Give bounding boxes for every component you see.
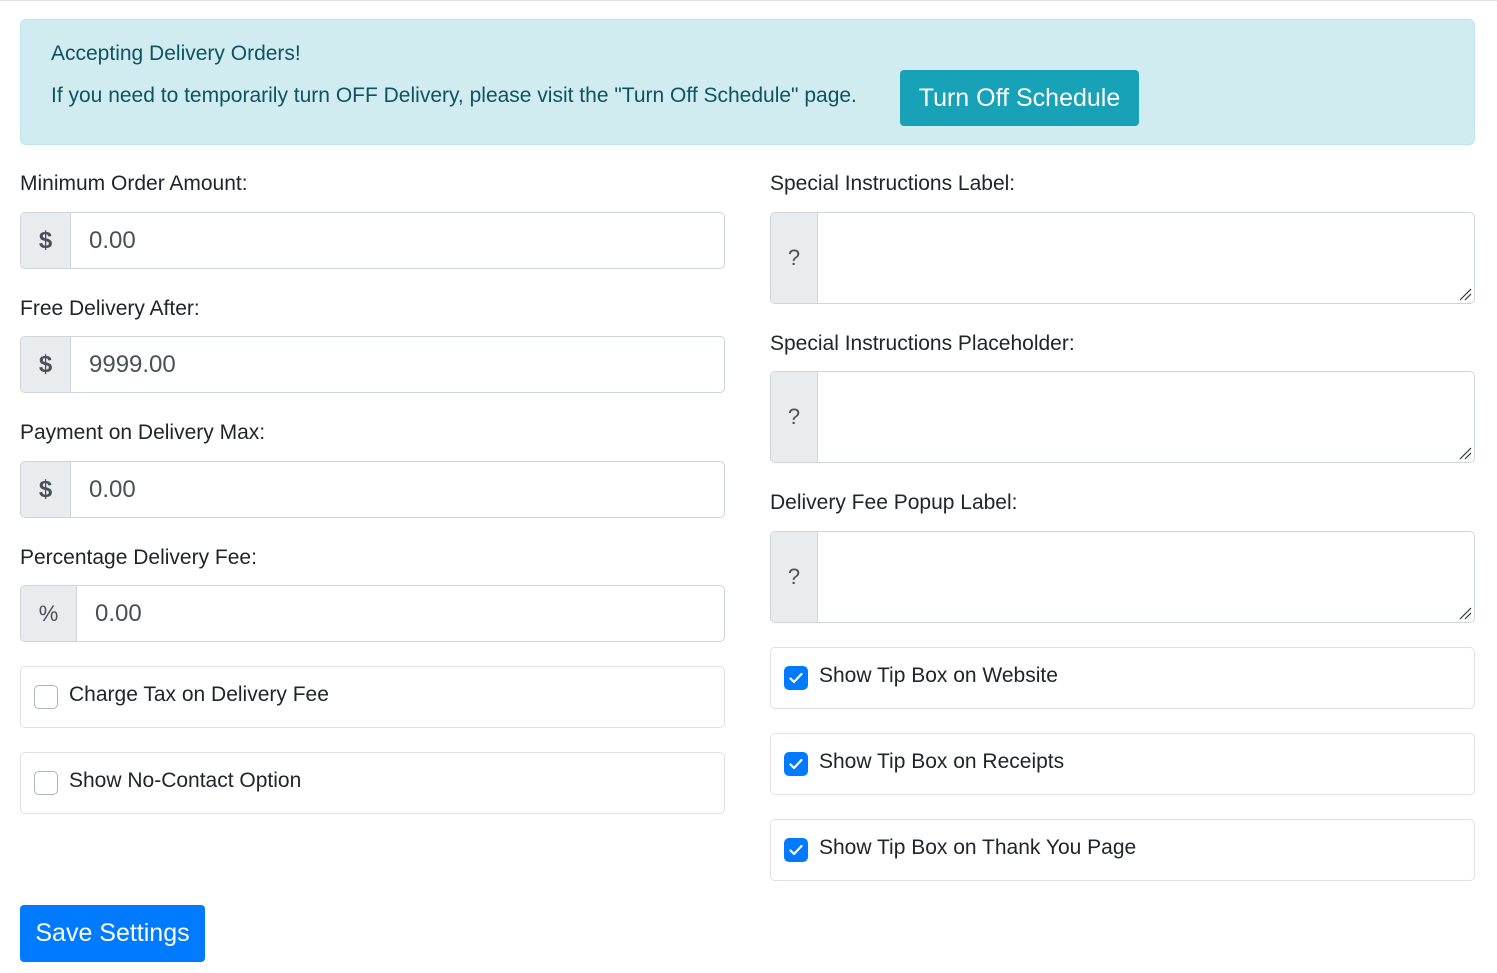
- help-addon: ?: [771, 372, 818, 462]
- delivery-status-alert: Accepting Delivery Orders! If you need t…: [20, 19, 1475, 145]
- alert-title: Accepting Delivery Orders!: [51, 42, 301, 65]
- dollar-addon: $: [21, 213, 71, 268]
- payment-max-input-group: $ 0.00: [20, 461, 725, 518]
- free-delivery-input-group: $ 9999.00: [20, 336, 725, 393]
- percent-addon: %: [21, 586, 77, 641]
- payment-max-input[interactable]: 0.00: [71, 462, 724, 517]
- free-delivery-input[interactable]: 9999.00: [71, 337, 724, 392]
- pct-fee-label: Percentage Delivery Fee:: [20, 546, 257, 569]
- min-order-input-group: $ 0.00: [20, 212, 725, 269]
- turn-off-schedule-button[interactable]: Turn Off Schedule: [900, 70, 1139, 126]
- alert-message: If you need to temporarily turn OFF Deli…: [51, 84, 857, 107]
- tip-receipts-option[interactable]: Show Tip Box on Receipts: [770, 733, 1475, 795]
- tip-receipts-checkbox[interactable]: [784, 752, 808, 776]
- fee-popup-title: Delivery Fee Popup Label:: [770, 491, 1018, 514]
- tip-website-option[interactable]: Show Tip Box on Website: [770, 647, 1475, 709]
- charge-tax-label: Charge Tax on Delivery Fee: [69, 683, 329, 706]
- tip-receipts-label: Show Tip Box on Receipts: [819, 750, 1065, 773]
- special-instructions-placeholder-group: ?: [770, 371, 1475, 463]
- special-instructions-placeholder-textarea[interactable]: [818, 372, 1474, 462]
- special-instructions-label-textarea[interactable]: [818, 213, 1474, 303]
- charge-tax-checkbox[interactable]: [34, 685, 58, 709]
- help-addon: ?: [771, 532, 818, 622]
- dollar-addon: $: [21, 462, 71, 517]
- min-order-input[interactable]: 0.00: [71, 213, 724, 268]
- pct-fee-input[interactable]: 0.00: [77, 586, 724, 641]
- min-order-label: Minimum Order Amount:: [20, 172, 248, 195]
- check-icon: [789, 758, 803, 770]
- special-instructions-placeholder-title: Special Instructions Placeholder:: [770, 332, 1075, 355]
- tip-website-checkbox[interactable]: [784, 666, 808, 690]
- charge-tax-option[interactable]: Charge Tax on Delivery Fee: [20, 666, 725, 728]
- payment-max-label: Payment on Delivery Max:: [20, 421, 266, 444]
- special-instructions-label-group: ?: [770, 212, 1475, 304]
- check-icon: [789, 844, 803, 856]
- tip-thankyou-option[interactable]: Show Tip Box on Thank You Page: [770, 819, 1475, 881]
- dollar-addon: $: [21, 337, 71, 392]
- pct-fee-input-group: % 0.00: [20, 585, 725, 642]
- no-contact-checkbox[interactable]: [34, 771, 58, 795]
- fee-popup-textarea[interactable]: [818, 532, 1474, 622]
- resize-grip-icon[interactable]: [1458, 446, 1472, 460]
- check-icon: [789, 672, 803, 684]
- resize-grip-icon[interactable]: [1458, 287, 1472, 301]
- no-contact-option[interactable]: Show No-Contact Option: [20, 752, 725, 814]
- top-divider: [0, 0, 1497, 1]
- tip-thankyou-label: Show Tip Box on Thank You Page: [819, 836, 1137, 859]
- tip-thankyou-checkbox[interactable]: [784, 838, 808, 862]
- no-contact-label: Show No-Contact Option: [69, 769, 302, 792]
- tip-website-label: Show Tip Box on Website: [819, 664, 1058, 687]
- fee-popup-group: ?: [770, 531, 1475, 623]
- special-instructions-label-title: Special Instructions Label:: [770, 172, 1016, 195]
- resize-grip-icon[interactable]: [1458, 606, 1472, 620]
- save-settings-button[interactable]: Save Settings: [20, 905, 205, 962]
- help-addon: ?: [771, 213, 818, 303]
- free-delivery-label: Free Delivery After:: [20, 297, 200, 320]
